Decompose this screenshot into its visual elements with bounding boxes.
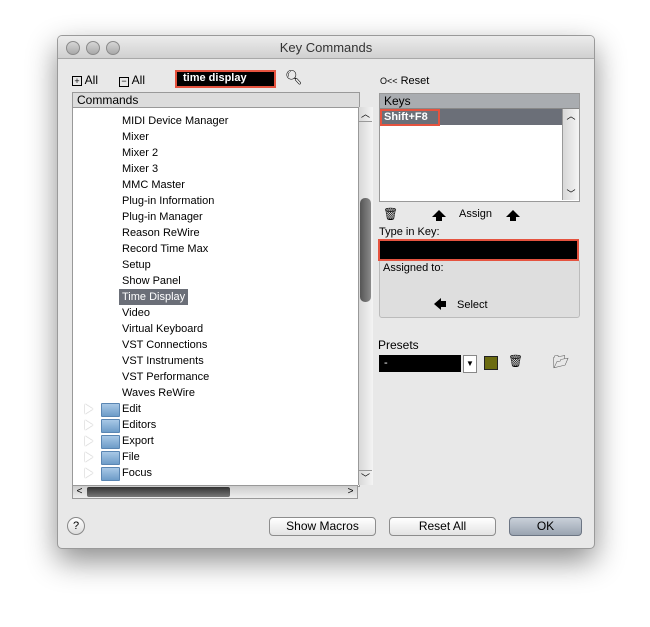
command-item[interactable]: Record Time Max <box>122 241 208 257</box>
presets-dropdown-arrow-icon[interactable]: ▼ <box>463 355 477 373</box>
command-item[interactable]: Show Panel <box>122 273 181 289</box>
scroll-right-icon[interactable]: > <box>344 486 357 497</box>
arrow-left-icon <box>434 298 441 310</box>
command-folder[interactable]: Edit <box>122 401 141 417</box>
commands-header-label: Commands <box>72 92 360 108</box>
command-item[interactable]: Virtual Keyboard <box>122 321 203 337</box>
arrow-up-stem <box>436 217 442 221</box>
command-item[interactable]: Waves ReWire <box>122 385 195 401</box>
delete-preset-trash-icon[interactable]: 🗑︎ <box>508 354 523 368</box>
show-macros-button[interactable]: Show Macros <box>269 517 376 536</box>
arrow-up-stem <box>510 217 516 221</box>
command-item[interactable]: Mixer 3 <box>122 161 158 177</box>
command-folder[interactable]: Export <box>122 433 154 449</box>
window-title: Key Commands <box>279 40 373 55</box>
presets-select[interactable]: - <box>379 355 461 372</box>
minus-box-icon: − <box>119 77 129 87</box>
scroll-up-icon[interactable]: ︿ <box>563 109 579 122</box>
disclosure-triangle-icon[interactable] <box>85 436 93 446</box>
key-item[interactable]: Shift+F8 <box>380 109 440 126</box>
folder-icon <box>101 435 120 449</box>
command-item[interactable]: Time Display <box>119 289 189 305</box>
ok-button[interactable]: OK <box>509 517 582 536</box>
reset-icon: O<< <box>380 76 398 86</box>
scroll-up-icon[interactable]: ︿ <box>359 107 372 122</box>
folder-icon <box>101 419 120 433</box>
presets-label: Presets <box>378 338 419 352</box>
command-item[interactable]: VST Connections <box>122 337 207 353</box>
type-in-key-input[interactable] <box>378 239 579 261</box>
keys-list[interactable]: Keys Shift+F8 ︿ ﹀ <box>379 93 580 202</box>
commands-horizontal-scrollbar[interactable]: < > <box>72 485 358 499</box>
scroll-down-icon[interactable]: ﹀ <box>359 470 372 485</box>
command-item[interactable]: Reason ReWire <box>122 225 200 241</box>
assigned-to-box: Assigned to: Select <box>379 259 580 318</box>
command-item[interactable]: VST Instruments <box>122 353 204 369</box>
command-item[interactable]: VST Performance <box>122 369 209 385</box>
arrow-left-stem <box>441 301 446 307</box>
collapse-all-button[interactable]: − All <box>119 73 145 87</box>
expand-all-label: All <box>84 73 99 87</box>
keys-header: Keys <box>380 94 579 109</box>
command-item[interactable]: Plug-in Information <box>122 193 214 209</box>
keys-scrollbar[interactable]: ︿ ﹀ <box>562 109 579 200</box>
expand-all-button[interactable]: + All <box>72 73 98 87</box>
command-item[interactable]: Setup <box>122 257 151 273</box>
open-folder-icon[interactable]: 📂︎ <box>553 354 570 370</box>
command-item[interactable]: Mixer 2 <box>122 145 158 161</box>
search-zoom-icon[interactable]: 🔍︎ <box>285 69 303 86</box>
plus-box-icon: + <box>72 76 82 86</box>
type-in-key-label: Type in Key: <box>379 226 440 238</box>
command-item[interactable]: MMC Master <box>122 177 185 193</box>
command-item[interactable]: MIDI Device Manager <box>122 113 228 129</box>
command-item[interactable]: Plug-in Manager <box>122 209 203 225</box>
help-button[interactable]: ? <box>67 517 85 535</box>
collapse-all-label: All <box>131 73 146 87</box>
commands-vertical-scrollbar[interactable]: ︿ ﹀ <box>358 107 373 485</box>
delete-key-trash-icon[interactable]: 🗑︎ <box>383 207 398 221</box>
search-input[interactable]: time display <box>175 70 276 88</box>
arrow-up-icon <box>506 210 520 217</box>
command-folder[interactable]: File <box>122 449 140 465</box>
command-item[interactable]: Mixer <box>122 129 149 145</box>
commands-tree[interactable]: MIDI Device Manager Mixer Mixer 2 Mixer 3 MM… <box>72 107 360 487</box>
select-button[interactable]: Select <box>457 299 488 311</box>
save-preset-icon[interactable] <box>484 356 498 370</box>
horizontal-scrollbar-thumb[interactable] <box>87 487 230 497</box>
assigned-to-label: Assigned to: <box>383 262 444 274</box>
command-folder[interactable]: Editors <box>122 417 156 433</box>
folder-icon <box>101 451 120 465</box>
reset-label: Reset <box>400 75 430 87</box>
disclosure-triangle-icon[interactable] <box>85 420 93 430</box>
folder-icon <box>101 467 120 481</box>
reset-button[interactable]: O<< Reset <box>380 75 429 87</box>
commands-header[interactable]: Commands <box>72 92 360 108</box>
command-item[interactable]: Video <box>122 305 150 321</box>
disclosure-triangle-icon[interactable] <box>85 468 93 478</box>
disclosure-triangle-icon[interactable] <box>85 452 93 462</box>
disclosure-triangle-icon[interactable] <box>85 404 93 414</box>
reset-all-button[interactable]: Reset All <box>389 517 496 536</box>
key-commands-window: Key Commands + All − All time display 🔍︎… <box>57 35 595 549</box>
title-bar: Key Commands <box>58 36 594 59</box>
scroll-left-icon[interactable]: < <box>73 486 86 497</box>
command-folder[interactable]: Focus <box>122 465 152 481</box>
scrollbar-thumb[interactable] <box>360 198 371 302</box>
assign-button[interactable]: Assign <box>459 208 492 220</box>
scroll-down-icon[interactable]: ﹀ <box>563 187 579 200</box>
arrow-up-icon <box>432 210 446 217</box>
folder-icon <box>101 403 120 417</box>
selected-key-row[interactable]: Shift+F8 <box>380 109 562 126</box>
